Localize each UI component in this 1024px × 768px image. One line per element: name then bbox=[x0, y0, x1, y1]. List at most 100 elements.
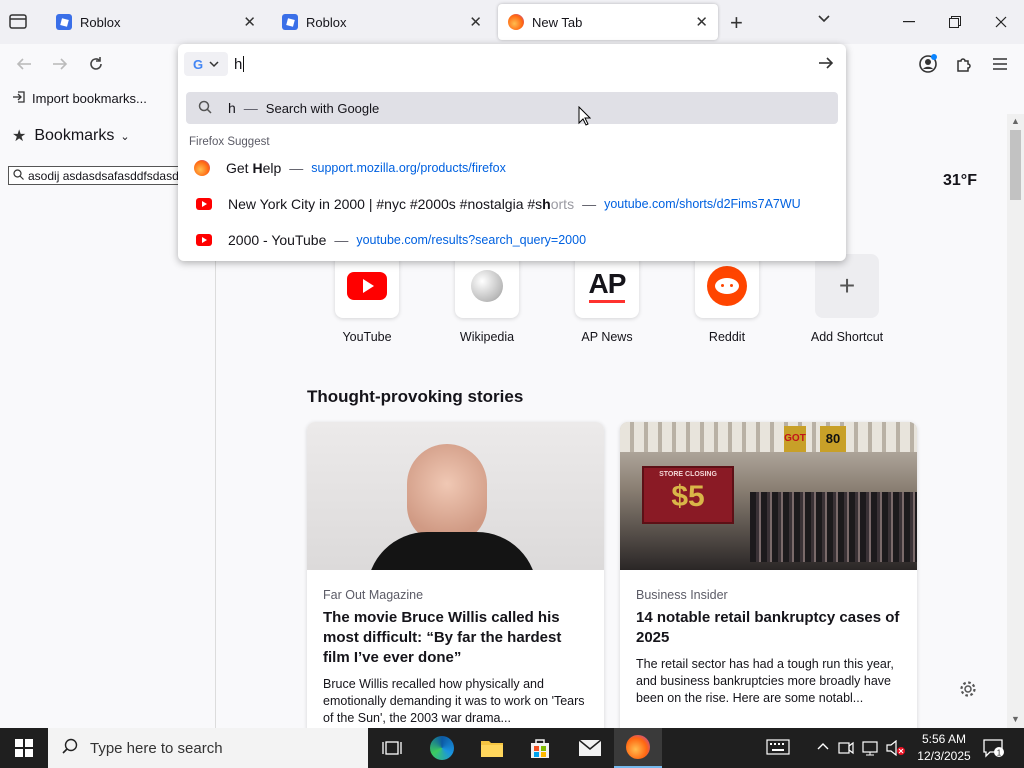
mail-icon[interactable] bbox=[566, 728, 614, 768]
youtube-icon bbox=[196, 198, 212, 210]
close-icon[interactable]: ✕ bbox=[243, 13, 256, 31]
shortcut-label: Reddit bbox=[708, 330, 746, 344]
suggestion-search-row[interactable]: h — Search with Google bbox=[186, 92, 838, 124]
suggestion-row[interactable]: 2000 - YouTube — youtube.com/results?sea… bbox=[186, 224, 838, 256]
title-text: New York City in 2000 | #nyc #2000s #nos… bbox=[228, 196, 543, 212]
import-icon bbox=[12, 90, 26, 107]
wikipedia-icon bbox=[455, 254, 519, 318]
shortcut-youtube[interactable]: YouTube bbox=[317, 254, 417, 344]
story-excerpt: The retail sector has had a tough run th… bbox=[636, 657, 894, 705]
volume-muted-icon[interactable] bbox=[886, 739, 906, 761]
google-icon: G bbox=[192, 56, 204, 72]
chevron-up-icon[interactable] bbox=[816, 740, 830, 759]
shortcut-apnews[interactable]: AP AP News bbox=[557, 254, 657, 344]
suggestion-row[interactable]: Get Help — support.mozilla.org/products/… bbox=[186, 152, 838, 184]
firefox-icon bbox=[194, 160, 210, 176]
title-match: h bbox=[542, 196, 551, 212]
scroll-down-arrow-icon[interactable]: ▼ bbox=[1011, 714, 1020, 724]
go-arrow-icon[interactable] bbox=[818, 56, 834, 75]
notifications-icon[interactable]: 1 bbox=[982, 738, 1004, 763]
clock[interactable]: 5:56 AM 12/3/2025 bbox=[912, 731, 976, 765]
close-icon[interactable]: ✕ bbox=[695, 13, 708, 31]
scroll-up-arrow-icon[interactable]: ▲ bbox=[1011, 116, 1020, 126]
separator-dash: — bbox=[582, 196, 597, 212]
shortcut-label: AP News bbox=[581, 330, 633, 344]
tab-bar: Roblox ✕ Roblox ✕ New Tab ✕ + bbox=[0, 0, 1024, 44]
story-title: The movie Bruce Willis called his most d… bbox=[323, 609, 562, 666]
gear-icon[interactable] bbox=[959, 680, 977, 703]
stories-heading: Thought-provoking stories bbox=[307, 387, 524, 406]
tab-label: Roblox bbox=[80, 14, 121, 30]
title-match: H bbox=[252, 160, 263, 176]
story-card[interactable]: GOT 80 STORE CLOSING $5 Business Insider… bbox=[620, 422, 917, 728]
import-bookmarks-label: Import bookmarks... bbox=[32, 91, 147, 106]
shortcut-label: Add Shortcut bbox=[810, 330, 884, 344]
tab-roblox-1[interactable]: Roblox ✕ bbox=[46, 4, 266, 40]
plus-icon: + bbox=[815, 254, 879, 318]
suggestion-title: 2000 - YouTube bbox=[228, 232, 327, 248]
windows-start-icon[interactable] bbox=[0, 728, 48, 768]
separator-dash: — bbox=[243, 100, 258, 116]
list-all-tabs-chevron-icon[interactable] bbox=[816, 11, 832, 32]
reload-icon[interactable] bbox=[84, 52, 108, 76]
meet-now-icon[interactable] bbox=[838, 740, 854, 761]
title-text: elp bbox=[262, 160, 282, 176]
search-with-label: Search with Google bbox=[265, 100, 380, 116]
store-icon[interactable] bbox=[516, 728, 564, 768]
search-engine-button[interactable]: G bbox=[184, 52, 228, 76]
weather-temperature[interactable]: 31°F bbox=[943, 172, 977, 190]
sidebar-header[interactable]: ★ Bookmarks ⌄ bbox=[12, 126, 130, 146]
windows-taskbar: Type here to search 5:56 AM 12/3/2025 1 bbox=[0, 728, 1024, 768]
suggestion-url: youtube.com/results?search_query=2000 bbox=[356, 233, 587, 247]
file-explorer-icon[interactable] bbox=[468, 728, 516, 768]
close-window-button[interactable] bbox=[978, 0, 1024, 44]
taskbar-search-placeholder: Type here to search bbox=[90, 739, 223, 757]
story-image: GOT 80 STORE CLOSING $5 bbox=[620, 422, 917, 570]
extensions-icon[interactable] bbox=[952, 52, 976, 76]
hamburger-menu-icon[interactable] bbox=[988, 52, 1012, 76]
tab-label: Roblox bbox=[306, 14, 347, 30]
suggestion-url: support.mozilla.org/products/firefox bbox=[311, 161, 506, 175]
separator-dash: — bbox=[289, 160, 304, 176]
minimize-button[interactable] bbox=[886, 0, 932, 44]
suggestion-title: Get Help bbox=[226, 160, 281, 176]
back-arrow-icon[interactable] bbox=[12, 52, 36, 76]
clock-date: 12/3/2025 bbox=[917, 749, 971, 763]
tab-list-icon[interactable] bbox=[8, 12, 30, 32]
chevron-down-icon: ⌄ bbox=[120, 130, 130, 143]
text-caret bbox=[243, 56, 245, 72]
page-scrollbar[interactable]: ▲ ▼ bbox=[1007, 114, 1024, 728]
story-source: Business Insider bbox=[636, 588, 728, 602]
search-icon bbox=[13, 168, 24, 183]
import-bookmarks-button[interactable]: Import bookmarks... bbox=[12, 90, 147, 107]
forward-arrow-icon[interactable] bbox=[48, 52, 72, 76]
firefox-taskbar-icon[interactable] bbox=[614, 728, 662, 768]
new-tab-plus-icon[interactable]: + bbox=[730, 10, 743, 36]
url-input[interactable]: h bbox=[234, 54, 794, 74]
suggestion-row[interactable]: New York City in 2000 | #nyc #2000s #nos… bbox=[186, 188, 838, 220]
shortcut-wikipedia[interactable]: Wikipedia bbox=[437, 254, 537, 344]
suggestion-url: youtube.com/shorts/d2Fims7A7WU bbox=[604, 197, 801, 211]
tab-roblox-2[interactable]: Roblox ✕ bbox=[272, 4, 492, 40]
sidebar-title: Bookmarks bbox=[34, 127, 115, 144]
tab-new-tab[interactable]: New Tab ✕ bbox=[498, 4, 718, 40]
account-icon[interactable] bbox=[916, 52, 940, 76]
chevron-down-icon bbox=[209, 55, 219, 73]
shortcut-reddit[interactable]: Reddit bbox=[677, 254, 777, 344]
story-card[interactable]: Far Out Magazine The movie Bruce Willis … bbox=[307, 422, 604, 728]
star-icon: ★ bbox=[12, 128, 27, 145]
taskbar-search-box[interactable]: Type here to search bbox=[48, 728, 368, 768]
task-view-icon[interactable] bbox=[368, 728, 416, 768]
store-sign-price: $5 bbox=[671, 480, 705, 513]
clock-time: 5:56 AM bbox=[921, 732, 967, 746]
suggestion-title: New York City in 2000 | #nyc #2000s #nos… bbox=[228, 196, 574, 212]
maximize-button[interactable] bbox=[932, 0, 978, 44]
edge-icon[interactable] bbox=[418, 728, 466, 768]
network-icon[interactable] bbox=[862, 740, 880, 761]
close-icon[interactable]: ✕ bbox=[469, 13, 482, 31]
search-icon bbox=[62, 738, 78, 758]
separator-dash: — bbox=[334, 232, 349, 248]
shortcut-add[interactable]: + Add Shortcut bbox=[797, 254, 897, 344]
scrollbar-thumb[interactable] bbox=[1010, 130, 1021, 200]
keyboard-icon[interactable] bbox=[766, 739, 790, 760]
